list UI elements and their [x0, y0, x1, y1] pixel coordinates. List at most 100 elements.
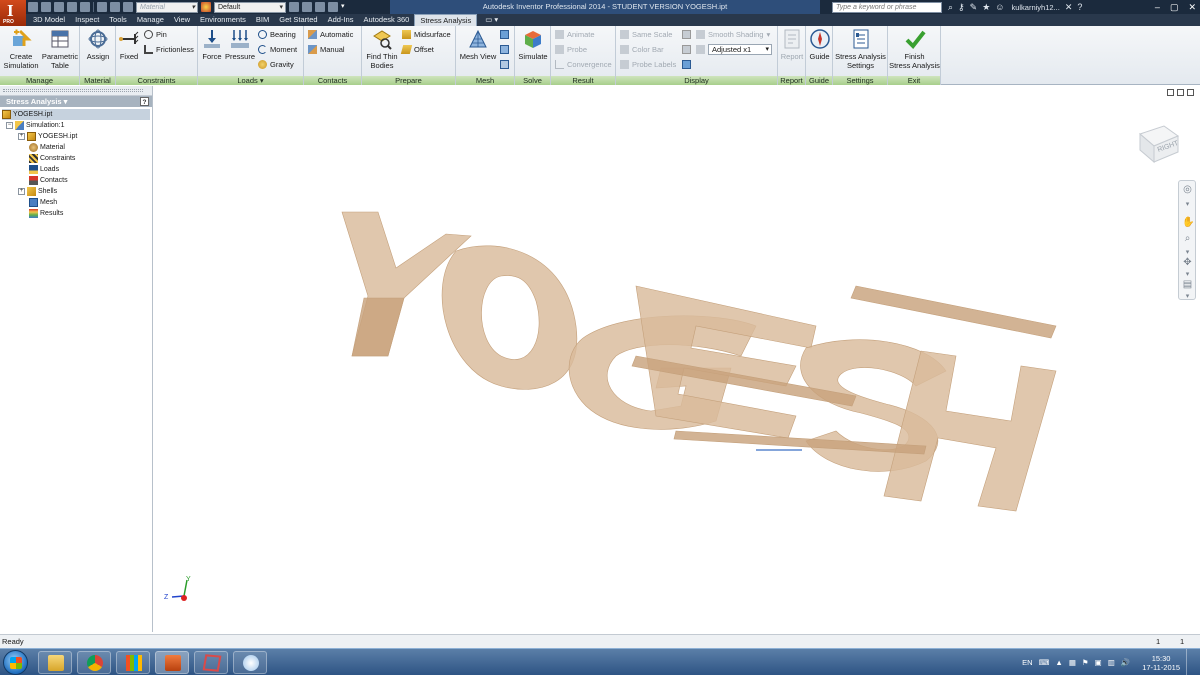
- tab-get-started[interactable]: Get Started: [274, 14, 322, 26]
- animate-button[interactable]: Animate: [555, 29, 595, 40]
- report-button[interactable]: Report: [779, 28, 805, 61]
- minimize-icon[interactable]: –: [1155, 0, 1160, 14]
- taskbar-metro[interactable]: [116, 651, 150, 674]
- fx-icon[interactable]: [315, 2, 325, 12]
- tree-node-root[interactable]: YOGESH.ipt: [2, 109, 150, 120]
- manual-contacts-button[interactable]: Manual: [308, 44, 345, 55]
- browser-help-icon[interactable]: ?: [140, 97, 149, 106]
- exchange-icon[interactable]: ✕: [1065, 2, 1073, 13]
- create-simulation-button[interactable]: Create Simulation: [2, 28, 40, 70]
- show-desktop-button[interactable]: [1186, 649, 1194, 675]
- save-icon[interactable]: [54, 2, 64, 12]
- taskbar-paint[interactable]: [233, 651, 267, 674]
- tree-node-simulation[interactable]: − Simulation:1: [6, 120, 65, 131]
- expand-icon[interactable]: +: [18, 188, 25, 195]
- tab-add-ins[interactable]: Add-Ins: [323, 14, 359, 26]
- tab-autodesk-360[interactable]: Autodesk 360: [358, 14, 414, 26]
- max-icon-button[interactable]: [682, 29, 691, 40]
- binoculars-icon[interactable]: ⌕: [948, 2, 953, 13]
- taskbar-explorer[interactable]: [38, 651, 72, 674]
- taskbar-app-5[interactable]: [194, 651, 228, 674]
- app-menu-button[interactable]: I PRO: [0, 0, 26, 26]
- convergence-settings-button[interactable]: [500, 59, 509, 70]
- probe-labels-button[interactable]: Probe Labels: [620, 59, 676, 70]
- force-button[interactable]: Force: [200, 28, 224, 61]
- undo-icon[interactable]: [67, 2, 77, 12]
- probe-button[interactable]: Probe: [555, 44, 587, 55]
- convergence-button[interactable]: Convergence: [555, 59, 612, 70]
- look-at-icon[interactable]: ▤: [1182, 279, 1193, 290]
- tree-node-constraints[interactable]: Constraints: [29, 153, 75, 164]
- tree-node-mesh[interactable]: Mesh: [29, 197, 57, 208]
- local-mesh-button[interactable]: [500, 44, 509, 55]
- redo-icon[interactable]: [80, 2, 90, 12]
- tree-node-loads[interactable]: Loads: [29, 164, 59, 175]
- adjust-icon[interactable]: [302, 2, 312, 12]
- tab-stress-analysis[interactable]: Stress Analysis: [414, 14, 478, 26]
- frictionless-button[interactable]: Frictionless: [144, 44, 194, 55]
- open-icon[interactable]: [41, 2, 51, 12]
- expand-icon[interactable]: +: [18, 133, 25, 140]
- tree-node-shells[interactable]: + Shells: [18, 186, 57, 197]
- guide-button[interactable]: Guide: [807, 28, 832, 61]
- orbit-icon[interactable]: ✥: [1182, 257, 1193, 268]
- parametric-table-button[interactable]: Parametric Table: [40, 28, 80, 70]
- pressure-button[interactable]: Pressure: [225, 28, 255, 61]
- return-icon[interactable]: [97, 2, 107, 12]
- taskbar-inventor[interactable]: [155, 651, 189, 674]
- user-icon[interactable]: ☺: [995, 2, 1004, 12]
- displacement-display-button[interactable]: [682, 59, 691, 70]
- tab-tools[interactable]: Tools: [104, 14, 132, 26]
- color-bar-button[interactable]: Color Bar: [620, 44, 664, 55]
- offset-button[interactable]: Offset: [400, 44, 434, 55]
- gravity-button[interactable]: Gravity: [258, 59, 294, 70]
- action-center-icon[interactable]: ⚑: [1082, 658, 1089, 667]
- tree-node-part[interactable]: + YOGESH.ipt: [18, 131, 77, 142]
- find-thin-bodies-button[interactable]: Find Thin Bodies: [364, 28, 400, 70]
- maximize-icon[interactable]: ▢: [1170, 0, 1179, 14]
- network-icon[interactable]: ▥: [1108, 658, 1115, 667]
- tab-view[interactable]: View: [169, 14, 195, 26]
- tree-node-contacts[interactable]: Contacts: [29, 175, 68, 186]
- fixed-button[interactable]: Fixed: [118, 28, 140, 61]
- panel-loads-label[interactable]: Loads ▾: [198, 76, 303, 85]
- pan-icon[interactable]: ✋: [1182, 217, 1194, 228]
- sketch-icon[interactable]: [110, 2, 120, 12]
- same-scale-button[interactable]: Same Scale: [620, 29, 672, 40]
- mesh-view-button[interactable]: Mesh View: [458, 28, 498, 61]
- assign-material-button[interactable]: Assign: [82, 28, 114, 61]
- zoom-icon[interactable]: ⌕: [1182, 233, 1193, 244]
- windows-flag-icon[interactable]: ▦: [1069, 658, 1076, 667]
- midsurface-button[interactable]: Midsurface: [402, 29, 451, 40]
- clear-appearance-icon[interactable]: [289, 2, 299, 12]
- language-indicator[interactable]: EN: [1022, 658, 1032, 667]
- simulate-button[interactable]: Simulate: [517, 28, 549, 61]
- tab-manage[interactable]: Manage: [132, 14, 169, 26]
- taskbar-chrome[interactable]: [77, 651, 111, 674]
- browser-header[interactable]: Stress Analysis ▾ ?: [0, 96, 152, 107]
- tree-node-material[interactable]: Material: [29, 142, 65, 153]
- user-name[interactable]: kulkarniyh12...: [1011, 3, 1059, 12]
- start-button[interactable]: [3, 650, 28, 675]
- yogesh-model[interactable]: [156, 86, 1200, 634]
- moment-button[interactable]: Moment: [258, 44, 297, 55]
- nav-dropdown-icon[interactable]: ▾: [1182, 199, 1193, 210]
- clock[interactable]: 15:30 17-11-2015: [1142, 654, 1180, 672]
- smooth-shading-button[interactable]: Smooth Shading ▾: [696, 29, 770, 40]
- show-hidden-icon[interactable]: ▲: [1055, 658, 1062, 667]
- display-icon[interactable]: ▣: [1095, 658, 1102, 667]
- nav-options-icon[interactable]: ▾: [1182, 291, 1193, 302]
- stress-analysis-settings-button[interactable]: Stress Analysis Settings: [834, 28, 887, 70]
- tree-node-results[interactable]: Results: [29, 208, 63, 219]
- material-combo[interactable]: Material: [136, 1, 198, 13]
- finish-stress-analysis-button[interactable]: Finish Stress Analysis: [889, 28, 940, 70]
- key-icon[interactable]: ⚷: [958, 2, 965, 13]
- star-icon[interactable]: ★: [982, 2, 990, 13]
- measure-icon[interactable]: [328, 2, 338, 12]
- search-input[interactable]: Type a keyword or phrase: [832, 2, 942, 13]
- update-icon[interactable]: [123, 2, 133, 12]
- tab-inspect[interactable]: Inspect: [70, 14, 104, 26]
- close-icon[interactable]: ✕: [1188, 0, 1196, 14]
- viewcube[interactable]: RIGHT: [1136, 120, 1180, 164]
- keyboard-icon[interactable]: ⌨: [1039, 658, 1050, 667]
